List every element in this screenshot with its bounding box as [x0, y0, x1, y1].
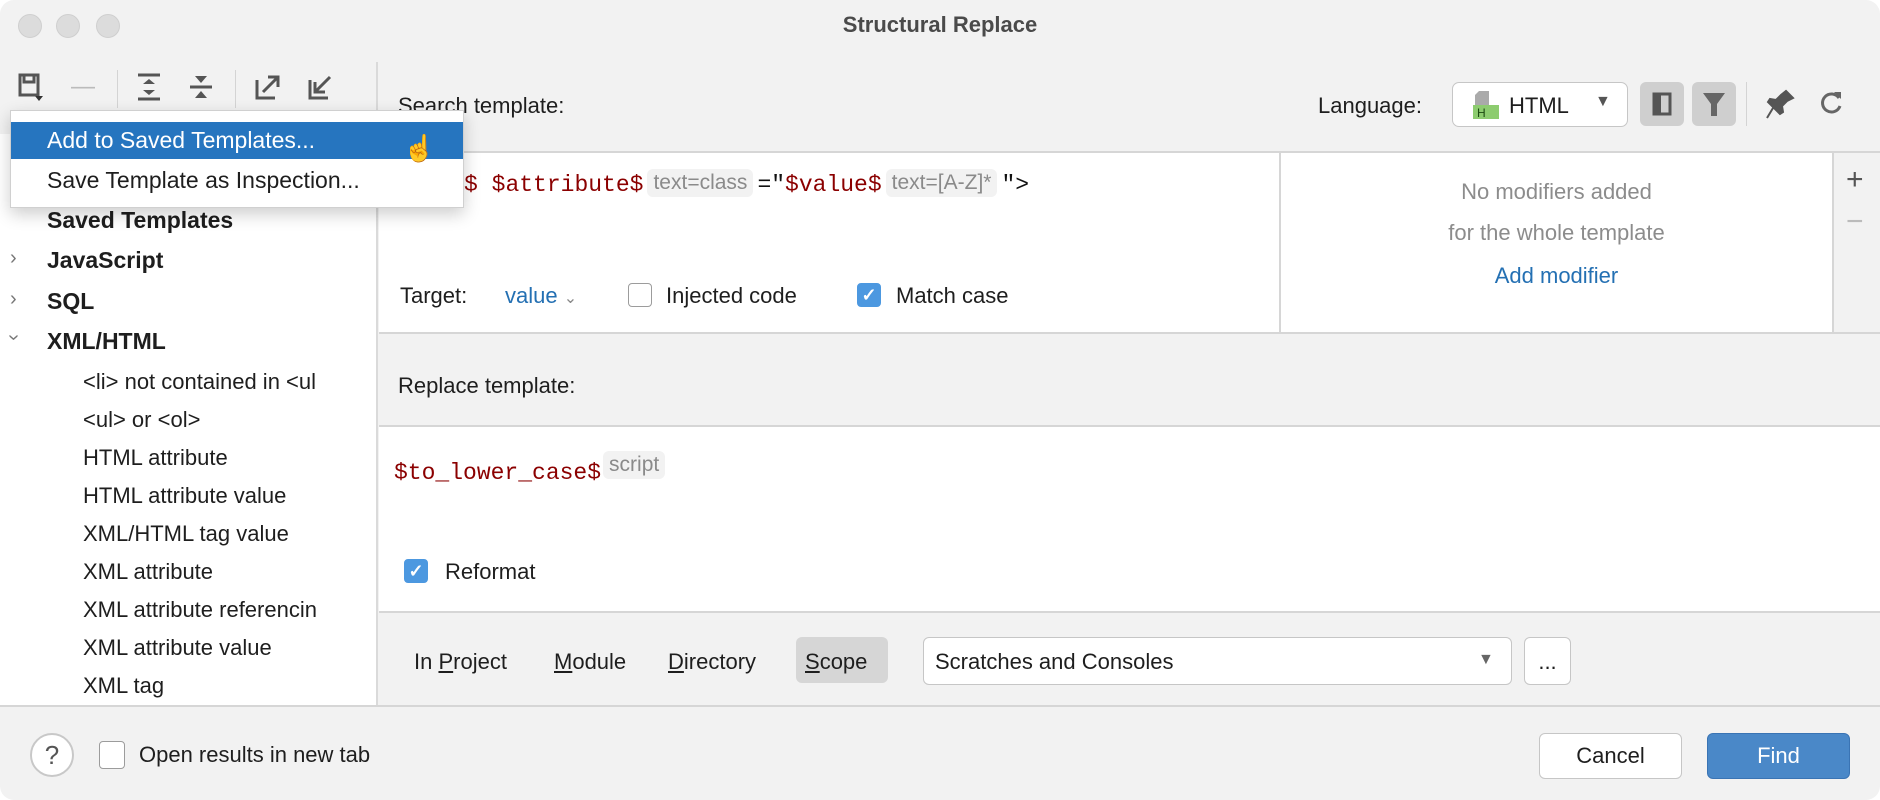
tree-item[interactable]: XML attribute value: [83, 635, 272, 660]
target-value: value: [505, 283, 558, 308]
modifier-gutter: + −: [1832, 151, 1880, 334]
tree-item[interactable]: XML tag: [83, 673, 164, 698]
tree-node-javascript[interactable]: JavaScript: [47, 247, 163, 274]
menu-item-save-template-as-inspection[interactable]: Save Template as Inspection...: [11, 162, 463, 199]
tree-item[interactable]: XML attribute: [83, 559, 213, 584]
open-results-new-tab-label: Open results in new tab: [139, 742, 371, 767]
scope-select-value: Scratches and Consoles: [935, 649, 1174, 674]
match-case-checkbox[interactable]: ✓: [857, 283, 881, 307]
language-select[interactable]: H HTML ▼: [1452, 82, 1628, 127]
footer-divider: [0, 705, 1880, 707]
toolbar-separator: [117, 70, 118, 108]
tree-item[interactable]: <ul> or <ol>: [83, 407, 200, 432]
find-button[interactable]: Find: [1707, 733, 1850, 779]
target-label: Target:: [400, 283, 468, 308]
dropdown-arrow-icon: ▼: [1478, 651, 1494, 668]
target-select[interactable]: value ⌄: [505, 283, 577, 309]
chevron-right-icon[interactable]: ›: [10, 288, 17, 311]
scope-tab-directory[interactable]: Directory: [668, 649, 756, 675]
add-modifier-link[interactable]: Add modifier: [1281, 263, 1832, 289]
save-dropdown-icon[interactable]: [17, 72, 47, 102]
structural-replace-dialog: Structural Replace Saved Templates › Jav…: [0, 0, 1880, 800]
scope-more-button[interactable]: ...: [1524, 637, 1571, 685]
expand-all-icon[interactable]: [134, 72, 164, 102]
code-equals: =": [757, 172, 786, 198]
replace-template-label: Replace template:: [398, 373, 576, 398]
code-value-variable: $value$: [785, 172, 882, 198]
attribute-filter-chip[interactable]: text=class: [647, 169, 754, 197]
scope-tab-scope[interactable]: Scope: [796, 637, 888, 683]
collapse-all-icon[interactable]: [186, 72, 216, 102]
tree-item[interactable]: HTML attribute: [83, 445, 228, 470]
replace-template-editor[interactable]: $to_lower_case$ script ✓ Reformat: [379, 425, 1880, 613]
dropdown-arrow-icon: ▼: [1595, 93, 1611, 110]
html-file-icon: H: [1473, 91, 1499, 120]
no-modifiers-subtext: for the whole template: [1448, 220, 1665, 245]
save-template-menu: Add to Saved Templates... Save Template …: [10, 110, 464, 208]
modifiers-panel: No modifiers added for the whole templat…: [1279, 151, 1832, 334]
code-close: ">: [1001, 172, 1030, 198]
filter-icon[interactable]: [1692, 82, 1736, 126]
chevron-right-icon[interactable]: ›: [10, 247, 17, 270]
tree-item[interactable]: HTML attribute value: [83, 483, 286, 508]
reformat-checkbox[interactable]: ✓: [404, 559, 428, 583]
language-label: Language:: [1318, 93, 1422, 118]
pin-icon[interactable]: [1764, 88, 1796, 126]
help-button[interactable]: ?: [30, 733, 74, 777]
toolbar-separator: [235, 70, 236, 108]
replace-code-line[interactable]: $to_lower_case$ script: [394, 451, 669, 486]
reformat-label: Reformat: [445, 559, 536, 584]
tree-item[interactable]: <li> not contained in <ul: [83, 369, 316, 394]
language-value: HTML: [1509, 93, 1569, 118]
menu-item-add-to-saved-templates[interactable]: Add to Saved Templates...: [11, 122, 463, 159]
refresh-icon[interactable]: [1816, 88, 1846, 124]
remove-icon[interactable]: —: [68, 72, 98, 102]
cancel-button[interactable]: Cancel: [1539, 733, 1682, 779]
code-attribute-variable: $attribute$: [491, 172, 644, 198]
import-icon[interactable]: [306, 72, 336, 102]
toolbar-separator: [1746, 82, 1747, 126]
script-filter-chip[interactable]: script: [603, 451, 666, 479]
code-to-lower-case-variable: $to_lower_case$: [394, 460, 602, 486]
search-template-editor[interactable]: <$tag$ $attribute$text=class="$value$tex…: [379, 151, 1279, 334]
scope-tab-in-project[interactable]: In Project: [414, 649, 507, 675]
window-title: Structural Replace: [842, 12, 1038, 37]
search-code-line[interactable]: <$tag$ $attribute$text=class="$value$tex…: [395, 169, 1029, 198]
no-modifiers-text: No modifiers added: [1461, 179, 1652, 204]
open-results-new-tab-checkbox[interactable]: [99, 741, 125, 769]
hand-cursor-icon: ☝: [403, 133, 436, 163]
match-case-label: Match case: [896, 283, 1009, 308]
tree-node-sql[interactable]: SQL: [47, 288, 94, 315]
add-icon[interactable]: +: [1846, 163, 1864, 197]
scope-select[interactable]: Scratches and Consoles ▼: [923, 637, 1512, 685]
tree-node-xml-html[interactable]: XML/HTML: [47, 328, 166, 355]
toggle-filter-panel-button[interactable]: [1640, 82, 1684, 126]
value-filter-chip[interactable]: text=[A-Z]*: [885, 169, 998, 197]
chevron-down-icon: ⌄: [563, 290, 578, 307]
svg-text:H: H: [1477, 106, 1486, 119]
tree-node-saved-templates[interactable]: Saved Templates: [47, 207, 233, 234]
tree-item[interactable]: XML attribute referencin: [83, 597, 317, 622]
scope-tab-module[interactable]: Module: [554, 649, 626, 675]
chevron-down-icon[interactable]: ›: [2, 334, 25, 341]
injected-code-checkbox[interactable]: [628, 283, 652, 307]
export-icon[interactable]: [253, 72, 283, 102]
remove-icon[interactable]: −: [1846, 205, 1864, 239]
tree-item[interactable]: XML/HTML tag value: [83, 521, 289, 546]
injected-code-label: Injected code: [666, 283, 797, 308]
templates-tree: Saved Templates › JavaScript › SQL › XML…: [0, 134, 376, 705]
